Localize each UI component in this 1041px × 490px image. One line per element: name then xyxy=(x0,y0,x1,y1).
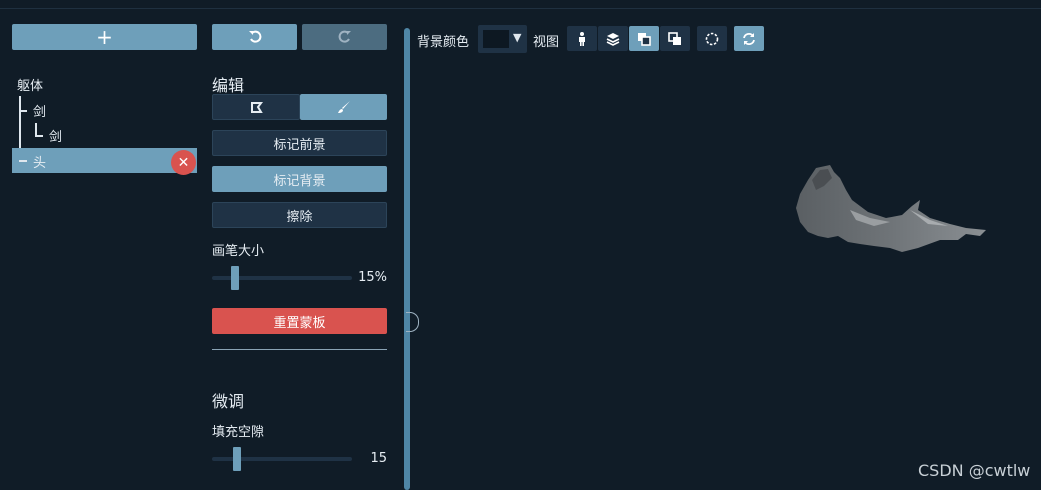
splitter-handle[interactable] xyxy=(406,312,419,332)
refresh-icon xyxy=(743,32,755,45)
brush-size-thumb[interactable] xyxy=(231,266,239,290)
tree-item-torso[interactable]: 躯体 xyxy=(17,75,43,94)
section-divider xyxy=(212,349,387,350)
layers-icon xyxy=(606,32,620,46)
undo-icon xyxy=(248,30,261,43)
redo-button[interactable] xyxy=(302,24,387,50)
panel-splitter[interactable] xyxy=(404,28,410,490)
tree-connector xyxy=(19,110,27,112)
cutout-preview-image[interactable] xyxy=(790,160,990,260)
view-label: 视图 xyxy=(533,35,560,50)
person-icon xyxy=(579,31,585,46)
add-layer-button[interactable]: + xyxy=(12,24,197,50)
bg-color-label: 背景颜色 xyxy=(417,35,470,50)
send-back-icon xyxy=(668,31,681,45)
crop-icon xyxy=(250,101,263,113)
brush-size-label: 画笔大小 xyxy=(212,244,265,259)
dashed-circle-icon xyxy=(705,32,719,45)
plus-icon: + xyxy=(96,25,113,49)
tree-connector xyxy=(35,135,43,137)
brush-mode-button[interactable] xyxy=(300,94,387,120)
bg-color-swatch xyxy=(483,30,509,48)
mark-foreground-button[interactable]: 标记前景 xyxy=(212,130,387,156)
reset-mask-button[interactable]: 重置蒙板 xyxy=(212,308,387,334)
close-icon: ✕ xyxy=(177,154,190,171)
tree-connector xyxy=(19,160,27,162)
crop-mode-button[interactable] xyxy=(212,94,300,120)
fill-gap-thumb[interactable] xyxy=(233,447,241,471)
tree-item-sword-child[interactable]: 剑 xyxy=(49,126,62,145)
watermark-text: CSDN @cwtlw xyxy=(918,461,1031,480)
fill-gap-value: 15 xyxy=(370,451,387,466)
edit-section-title: 编辑 xyxy=(212,76,245,95)
top-border xyxy=(0,8,1041,9)
erase-button[interactable]: 擦除 xyxy=(212,202,387,228)
mark-background-button[interactable]: 标记背景 xyxy=(212,166,387,192)
tree-item-head[interactable]: 头 xyxy=(33,152,46,171)
select-circle-button[interactable] xyxy=(697,26,727,51)
bring-front-icon xyxy=(638,32,651,46)
tune-section-title: 微调 xyxy=(212,392,245,411)
tree-item-sword[interactable]: 剑 xyxy=(33,101,46,120)
send-back-button[interactable] xyxy=(660,26,690,51)
redo-icon xyxy=(338,30,351,43)
bring-front-button[interactable] xyxy=(629,26,659,51)
refresh-button[interactable] xyxy=(734,26,764,51)
undo-button[interactable] xyxy=(212,24,297,50)
brush-icon xyxy=(337,101,350,113)
caret-down-icon: ▼ xyxy=(513,31,522,44)
view-person-button[interactable] xyxy=(567,26,597,51)
brush-size-value: 15% xyxy=(358,270,387,285)
delete-layer-button[interactable]: ✕ xyxy=(171,150,196,175)
bg-color-picker[interactable]: ▼ xyxy=(478,25,527,53)
fill-gap-label: 填充空隙 xyxy=(212,425,265,440)
view-layers-button[interactable] xyxy=(598,26,628,51)
